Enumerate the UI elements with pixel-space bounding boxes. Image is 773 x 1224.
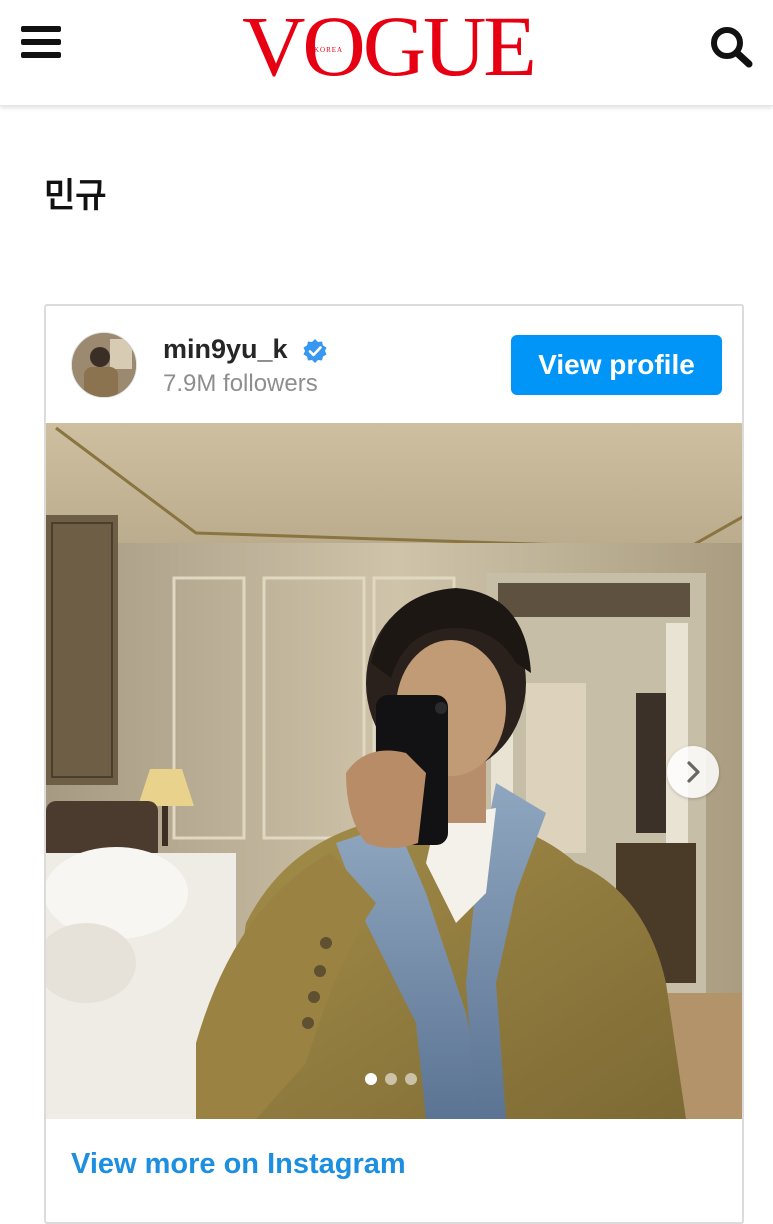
hamburger-menu-icon[interactable] [21, 26, 61, 60]
chevron-right-icon [687, 761, 700, 783]
instagram-username[interactable]: min9yu_k [163, 334, 288, 365]
instagram-embed-header: min9yu_k 7.9M followers View profile [46, 306, 742, 423]
search-icon[interactable] [708, 24, 754, 68]
instagram-post-image[interactable] [46, 423, 742, 1119]
logo-wordmark: VOGUE [242, 0, 537, 94]
site-header: VOGUE KOREA [0, 0, 773, 106]
carousel-dot[interactable] [385, 1073, 397, 1085]
carousel-dot-active[interactable] [365, 1073, 377, 1085]
carousel-next-button[interactable] [667, 746, 719, 798]
verified-badge-icon [303, 339, 327, 363]
view-more-on-instagram-link[interactable]: View more on Instagram [71, 1148, 406, 1181]
post-photo [46, 423, 742, 1119]
carousel-pagination [365, 1073, 425, 1087]
carousel-dot[interactable] [405, 1073, 417, 1085]
instagram-embed: min9yu_k 7.9M followers View profile Vie… [44, 304, 744, 1224]
avatar-image [72, 333, 136, 397]
followers-count: 7.9M followers [163, 370, 318, 397]
vogue-logo[interactable]: VOGUE KOREA [242, 3, 537, 89]
page-title: 민규 [44, 176, 107, 216]
view-profile-button[interactable]: View profile [511, 335, 722, 395]
avatar[interactable] [71, 332, 137, 398]
logo-subtext: KOREA [314, 46, 344, 54]
